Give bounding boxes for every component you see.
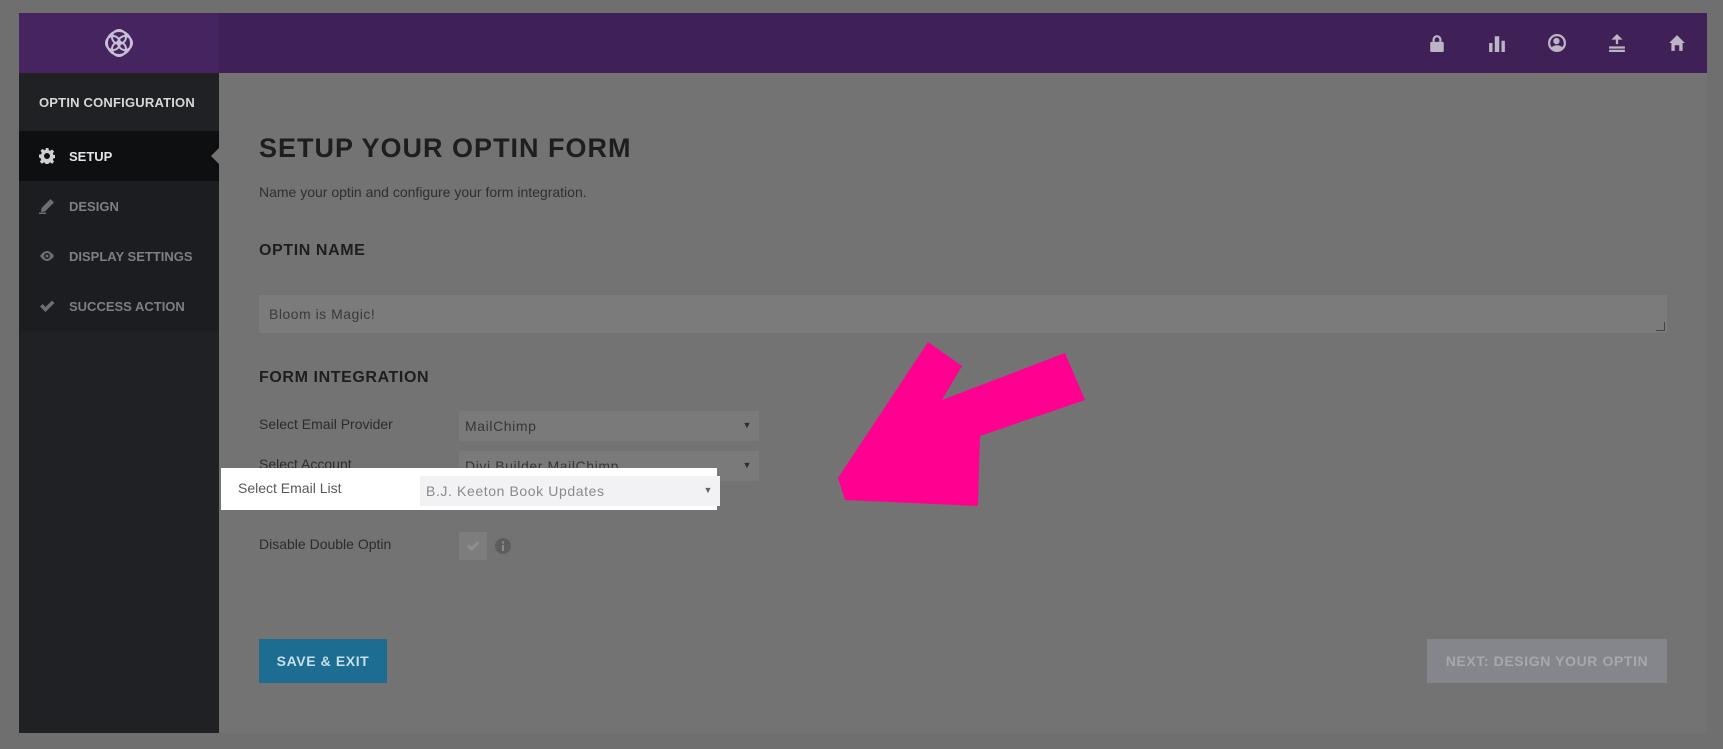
top-bar xyxy=(19,13,1707,73)
sidebar-item-design[interactable]: DESIGN xyxy=(19,181,219,231)
save-exit-button[interactable]: SAVE & EXIT xyxy=(259,639,387,683)
app-window: OPTIN CONFIGURATION SETUP DESIGN DISPLAY… xyxy=(19,13,1707,733)
email-list-row: Select Email List B.J. Keeton Book Updat… xyxy=(221,468,720,510)
eye-icon xyxy=(39,248,55,264)
email-provider-value: MailChimp xyxy=(465,418,537,434)
caret-down-icon: ▼ xyxy=(742,460,752,470)
page-subtitle: Name your optin and configure your form … xyxy=(259,184,587,200)
pencil-icon xyxy=(39,198,55,214)
sidebar-item-label: SUCCESS ACTION xyxy=(69,298,185,314)
form-integration-heading: FORM INTEGRATION xyxy=(259,369,430,386)
check-icon xyxy=(466,541,480,552)
sidebar-item-display-settings[interactable]: DISPLAY SETTINGS xyxy=(19,231,219,281)
email-list-value: B.J. Keeton Book Updates xyxy=(426,483,605,499)
bloom-logo-icon xyxy=(105,29,133,57)
lock-icon[interactable] xyxy=(1407,13,1467,73)
home-icon[interactable] xyxy=(1647,13,1707,73)
optin-name-value: Bloom is Magic! xyxy=(269,306,376,322)
next-design-button[interactable]: NEXT: DESIGN YOUR OPTIN xyxy=(1427,639,1667,683)
caret-down-icon: ▼ xyxy=(742,420,752,430)
check-icon xyxy=(39,298,55,314)
email-provider-label: Select Email Provider xyxy=(259,416,393,432)
email-list-select[interactable]: B.J. Keeton Book Updates ▼ xyxy=(420,476,720,506)
sidebar-item-success-action[interactable]: SUCCESS ACTION xyxy=(19,281,219,331)
bloom-logo xyxy=(19,13,219,73)
sidebar-nav: SETUP DESIGN DISPLAY SETTINGS SUCCESS AC… xyxy=(19,131,219,331)
sidebar: OPTIN CONFIGURATION SETUP DESIGN DISPLAY… xyxy=(19,73,219,733)
caret-down-icon: ▼ xyxy=(703,485,713,495)
optin-name-input[interactable]: Bloom is Magic! xyxy=(259,295,1667,333)
info-icon[interactable] xyxy=(495,538,511,554)
bar-chart-icon[interactable] xyxy=(1467,13,1527,73)
sidebar-item-label: SETUP xyxy=(69,148,113,164)
sidebar-header: OPTIN CONFIGURATION xyxy=(39,94,195,110)
sidebar-item-setup[interactable]: SETUP xyxy=(19,131,219,181)
double-optin-checkbox[interactable] xyxy=(459,532,487,560)
sidebar-item-label: DISPLAY SETTINGS xyxy=(69,248,193,264)
top-icon-bar xyxy=(1407,13,1707,73)
gear-icon xyxy=(39,148,55,164)
resize-handle-icon[interactable] xyxy=(1656,322,1665,331)
email-list-label: Select Email List xyxy=(238,480,342,496)
sidebar-item-label: DESIGN xyxy=(69,198,119,214)
user-circle-icon[interactable] xyxy=(1527,13,1587,73)
double-optin-label: Disable Double Optin xyxy=(259,536,392,552)
email-provider-select[interactable]: MailChimp ▼ xyxy=(459,411,759,441)
import-export-icon[interactable] xyxy=(1587,13,1647,73)
optin-name-heading: OPTIN NAME xyxy=(259,242,366,259)
email-provider-row: Select Email Provider MailChimp ▼ xyxy=(259,406,759,446)
page-title: SETUP YOUR OPTIN FORM xyxy=(259,133,632,163)
double-optin-row: Disable Double Optin xyxy=(259,526,759,566)
